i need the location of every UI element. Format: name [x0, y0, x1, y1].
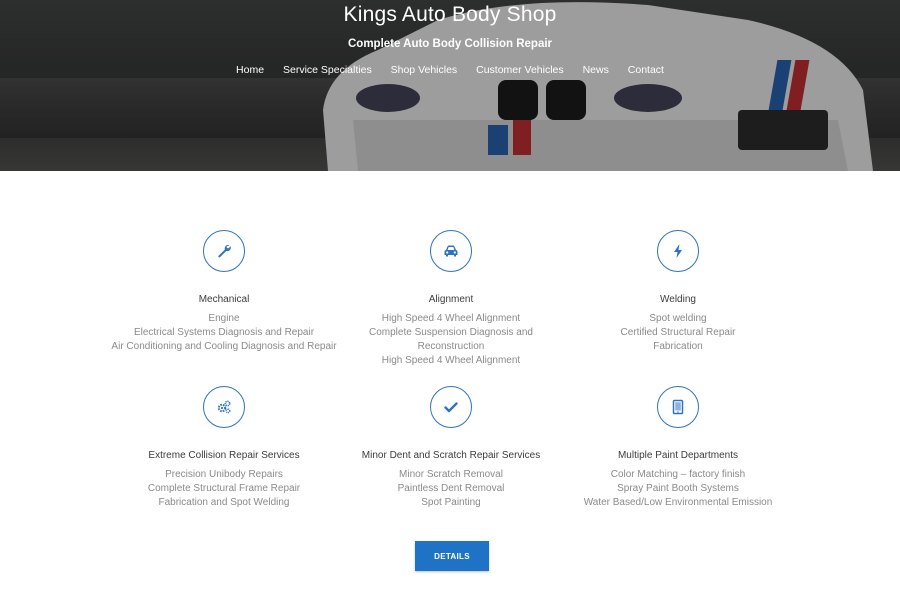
tablet-icon	[657, 386, 699, 428]
wrench-icon	[203, 230, 245, 272]
service-title: Minor Dent and Scratch Repair Services	[361, 450, 541, 461]
service-title: Mechanical	[198, 294, 250, 305]
service-line: Certified Structural Repair	[620, 327, 736, 338]
service-title: Alignment	[428, 294, 474, 305]
service-line: Color Matching – factory finish	[610, 469, 746, 480]
service-details: Precision Unibody Repairs Complete Struc…	[110, 468, 338, 510]
service-line: High Speed 4 Wheel Alignment	[381, 313, 521, 324]
service-details: Spot welding Certified Structural Repair…	[564, 312, 792, 354]
service-line: Spray Paint Booth Systems	[617, 483, 739, 494]
nav-item-service-specialties[interactable]: Service Specialties	[283, 64, 372, 76]
service-line: Complete Suspension Diagnosis and Recons…	[369, 327, 533, 352]
service-line: Fabrication	[653, 341, 703, 352]
service-line: Precision Unibody Repairs	[165, 469, 283, 480]
service-details: Color Matching – factory finish Spray Pa…	[564, 468, 792, 510]
service-line: Paintless Dent Removal	[397, 483, 505, 494]
service-paint-departments: Multiple Paint Departments Color Matchin…	[564, 386, 792, 510]
service-line: Minor Scratch Removal	[399, 469, 503, 480]
service-alignment: Alignment High Speed 4 Wheel Alignment C…	[337, 230, 565, 368]
service-line: Fabrication and Spot Welding	[158, 497, 290, 508]
service-title: Multiple Paint Departments	[617, 450, 739, 461]
details-button[interactable]: DETAILS	[415, 541, 489, 571]
service-line: Electrical Systems Diagnosis and Repair	[133, 327, 315, 338]
hero-banner: Kings Auto Body Shop Complete Auto Body …	[0, 0, 900, 171]
service-details: Engine Electrical Systems Diagnosis and …	[110, 312, 338, 354]
checkmark-icon	[430, 386, 472, 428]
service-line: Spot welding	[649, 313, 707, 324]
service-line: Complete Structural Frame Repair	[147, 483, 301, 494]
nav-item-customer-vehicles[interactable]: Customer Vehicles	[476, 64, 564, 76]
nav-item-shop-vehicles[interactable]: Shop Vehicles	[391, 64, 458, 76]
site-title[interactable]: Kings Auto Body Shop	[0, 3, 900, 27]
site-tagline: Complete Auto Body Collision Repair	[347, 38, 553, 50]
car-icon	[430, 230, 472, 272]
gears-icon	[203, 386, 245, 428]
service-line: High Speed 4 Wheel Alignment	[381, 355, 521, 366]
service-details: Minor Scratch Removal Paintless Dent Rem…	[337, 468, 565, 510]
service-mechanical: Mechanical Engine Electrical Systems Dia…	[110, 230, 338, 354]
service-extreme-collision: Extreme Collision Repair Services Precis…	[110, 386, 338, 510]
service-title: Extreme Collision Repair Services	[148, 450, 300, 461]
service-welding: Welding Spot welding Certified Structura…	[564, 230, 792, 354]
main-nav: Home Service Specialties Shop Vehicles C…	[0, 64, 900, 76]
service-line: Spot Painting	[421, 497, 481, 508]
service-minor-dent: Minor Dent and Scratch Repair Services M…	[337, 386, 565, 510]
nav-item-contact[interactable]: Contact	[628, 64, 664, 76]
service-line: Water Based/Low Environmental Emission	[583, 497, 773, 508]
service-title: Welding	[660, 294, 696, 305]
service-line: Air Conditioning and Cooling Diagnosis a…	[111, 341, 337, 352]
nav-item-news[interactable]: News	[583, 64, 609, 76]
service-details: High Speed 4 Wheel Alignment Complete Su…	[337, 312, 565, 368]
lightning-icon	[657, 230, 699, 272]
service-line: Engine	[208, 313, 240, 324]
nav-item-home[interactable]: Home	[236, 64, 264, 76]
